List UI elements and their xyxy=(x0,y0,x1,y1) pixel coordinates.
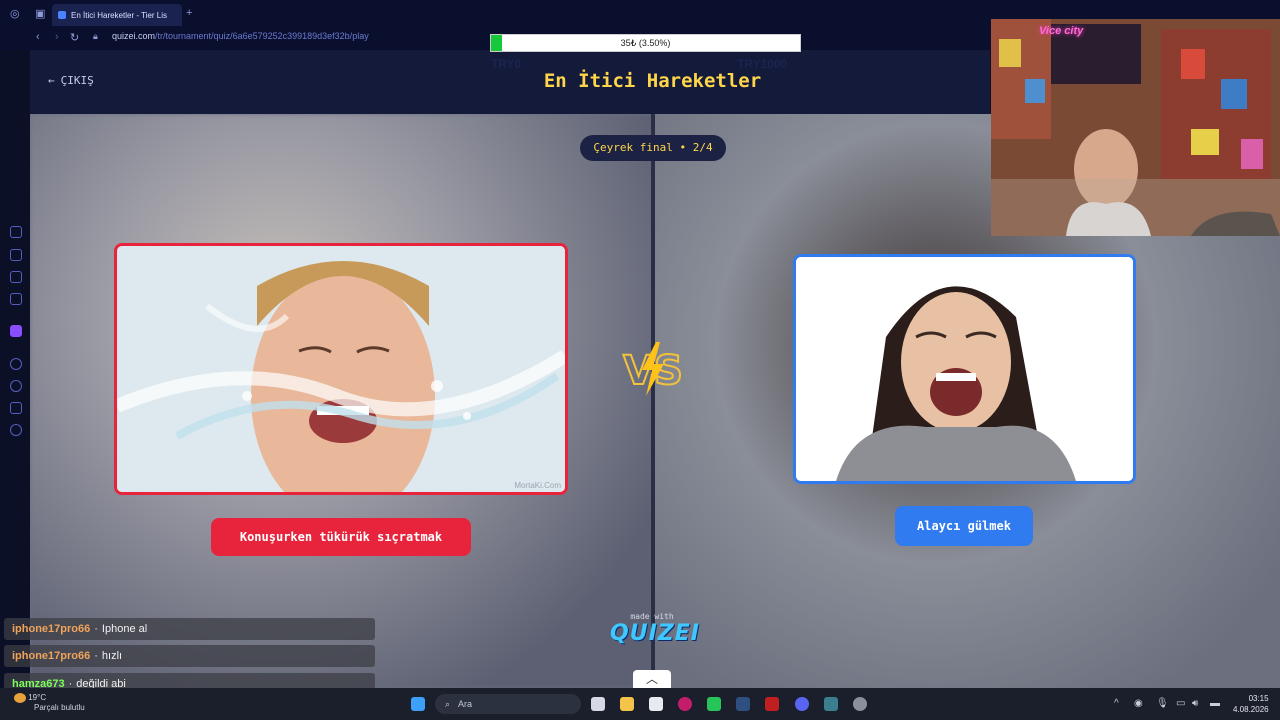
search-icon: ⌕ xyxy=(445,698,451,709)
reload-icon[interactable]: ↻ xyxy=(70,31,79,44)
workspaces-icon[interactable]: ▣ xyxy=(35,7,45,20)
chat-separator: · xyxy=(94,623,98,635)
start-icon[interactable] xyxy=(411,697,425,711)
sidebar-app-icon[interactable] xyxy=(10,226,22,238)
donation-max-label: TRY1000 xyxy=(737,57,788,71)
sidebar-app-icon[interactable] xyxy=(10,358,22,370)
whatsapp-icon[interactable] xyxy=(707,697,721,711)
clock-time: 03:15 xyxy=(1248,694,1269,703)
steam-icon[interactable] xyxy=(736,697,750,711)
left-option-button[interactable]: Konuşurken tükürük sıçratmak xyxy=(211,518,471,556)
volume-icon[interactable]: 🔊︎ xyxy=(1192,698,1198,709)
back-icon[interactable]: ‹ xyxy=(36,31,40,43)
made-with-badge[interactable]: made with QUIZEI xyxy=(610,612,700,646)
battery-icon[interactable]: ▬ xyxy=(1210,698,1220,709)
left-option-image xyxy=(117,246,565,492)
discord-icon[interactable] xyxy=(795,697,809,711)
chat-message: iphone17pro66 · Iphone al xyxy=(4,618,375,640)
forward-icon[interactable]: › xyxy=(55,31,59,43)
donation-min-label: TRY0 xyxy=(491,57,522,71)
browser-logo-icon[interactable]: ◎ xyxy=(10,7,20,20)
lock-icon: 🔒︎ xyxy=(93,31,98,41)
center-divider xyxy=(651,114,655,688)
taskbar-clock[interactable]: 03:15 4.08.2026 xyxy=(1233,693,1269,715)
store-icon[interactable] xyxy=(649,697,663,711)
browser-app-icon[interactable] xyxy=(678,697,692,711)
url-host: quizei.com xyxy=(112,31,156,41)
settings-icon[interactable] xyxy=(10,424,22,436)
quiz-title: En İtici Hareketler xyxy=(543,70,762,92)
url-path: /tr/tournament/quiz/6a6e579252c399189d3e… xyxy=(155,31,369,41)
history-icon[interactable] xyxy=(10,380,22,392)
windows-taskbar xyxy=(0,688,1280,720)
chat-text: Iphone al xyxy=(101,623,148,635)
quizei-logo: QUIZEI xyxy=(610,621,700,646)
chat-username: iphone17pro66 xyxy=(12,650,91,662)
clock-date: 4.08.2026 xyxy=(1233,705,1269,714)
app-icon[interactable] xyxy=(765,697,779,711)
weather-temperature: 19°C xyxy=(28,693,47,703)
vs-icon: VS xyxy=(622,342,684,396)
search-placeholder: Ara xyxy=(458,699,473,709)
exit-button[interactable]: ← ÇIKIŞ xyxy=(48,74,94,87)
obs-icon[interactable] xyxy=(853,697,867,711)
left-option-card[interactable]: MortaKi.Com xyxy=(114,243,568,495)
made-with-label: made with xyxy=(630,612,674,621)
twitch-icon[interactable] xyxy=(10,325,22,337)
right-option-card[interactable] xyxy=(793,254,1136,484)
new-tab-icon[interactable]: + xyxy=(186,7,192,19)
round-badge: Çeyrek final • 2/4 xyxy=(580,135,726,161)
weather-icon xyxy=(14,693,26,703)
tray-chevron-up-icon[interactable]: ^ xyxy=(1114,698,1119,709)
tab-active[interactable]: En İtici Hareketler - Tier Lis xyxy=(52,4,182,26)
task-view-icon[interactable] xyxy=(591,697,605,711)
chat-message: iphone17pro66 · hızlı xyxy=(4,645,375,667)
file-explorer-icon[interactable] xyxy=(620,697,634,711)
tab-favicon-icon xyxy=(58,11,66,19)
sidebar-app-icon[interactable] xyxy=(10,249,22,261)
exit-label: ÇIKIŞ xyxy=(60,74,94,87)
chat-text: hızlı xyxy=(101,650,123,662)
tray-app-icon[interactable]: ◉ xyxy=(1134,698,1143,709)
right-option-button[interactable]: Alaycı gülmek xyxy=(895,506,1033,546)
network-icon[interactable]: ▭ xyxy=(1176,698,1185,709)
image-watermark: MortaKi.Com xyxy=(514,481,561,490)
url-field[interactable]: quizei.com/tr/tournament/quiz/6a6e579252… xyxy=(112,31,369,41)
weather-description: Parçalı bulutlu xyxy=(34,703,85,713)
weather-widget[interactable]: 19°C Parçalı bulutlu xyxy=(14,693,85,713)
webcam-image xyxy=(991,19,1280,236)
right-option-image xyxy=(796,257,1133,481)
microphone-icon[interactable]: 🎙︎ xyxy=(1156,698,1169,709)
chat-separator: · xyxy=(94,650,98,662)
donation-progress-bar: 35₺ (3.50%) xyxy=(490,34,801,52)
app-icon[interactable] xyxy=(824,697,838,711)
chevron-up-icon[interactable]: ︿ xyxy=(633,670,671,688)
taskbar-search[interactable]: ⌕ Ara xyxy=(435,694,581,714)
tab-title: En İtici Hareketler - Tier Lis xyxy=(71,10,168,20)
sidebar-app-icon[interactable] xyxy=(10,293,22,305)
sidebar-app-icon[interactable] xyxy=(10,271,22,283)
arrow-left-icon: ← xyxy=(48,74,55,87)
donation-progress-text: 35₺ (3.50%) xyxy=(620,38,671,48)
neon-sign-text: Vice city xyxy=(1039,25,1084,37)
chat-username: iphone17pro66 xyxy=(12,623,91,635)
webcam-overlay: Vice city xyxy=(991,19,1280,236)
sidebar-app-icon[interactable] xyxy=(10,402,22,414)
